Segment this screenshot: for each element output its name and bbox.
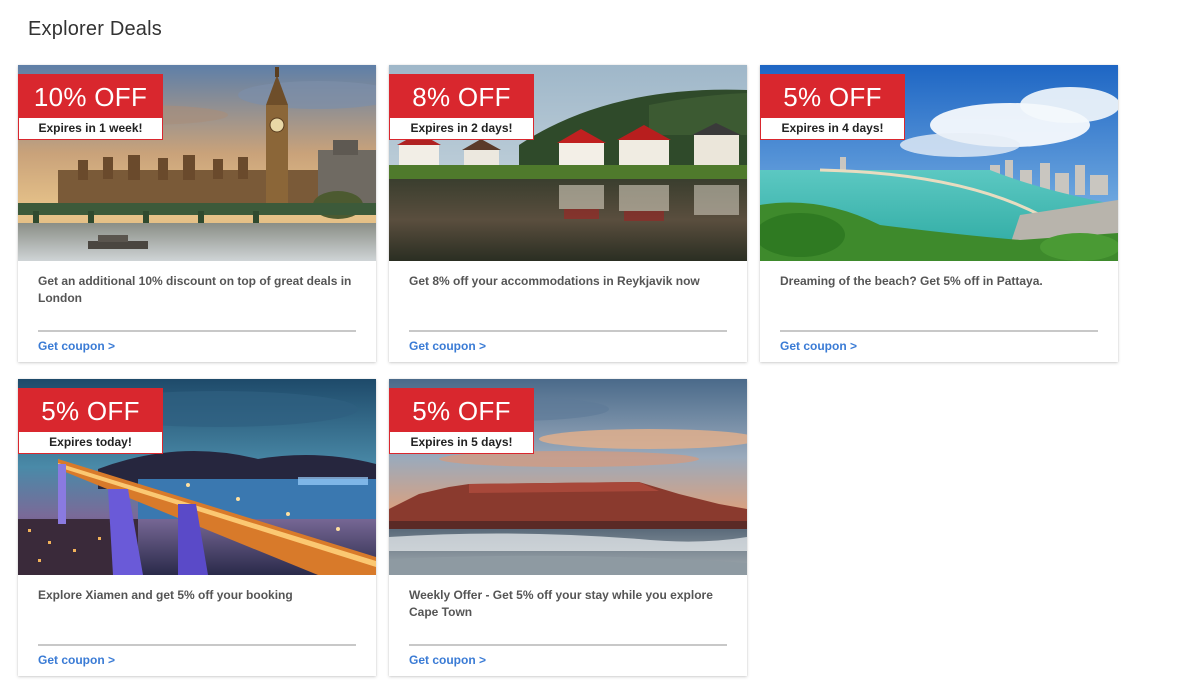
get-coupon-link[interactable]: Get coupon >: [38, 653, 115, 667]
get-coupon-link[interactable]: Get coupon >: [409, 339, 486, 353]
discount-label: 5% OFF: [389, 388, 534, 432]
card-divider: [409, 644, 727, 646]
card-divider: [780, 330, 1098, 332]
deals-grid: 10% OFF Expires in 1 week! Get an additi…: [18, 65, 1118, 676]
deal-card-cape-town[interactable]: 5% OFF Expires in 5 days! Weekly Offer -…: [389, 379, 747, 676]
discount-badge: 5% OFF Expires today!: [18, 388, 163, 454]
expiry-label: Expires in 4 days!: [760, 118, 905, 140]
deal-card-reykjavik[interactable]: 8% OFF Expires in 2 days! Get 8% off you…: [389, 65, 747, 362]
get-coupon-link[interactable]: Get coupon >: [38, 339, 115, 353]
discount-badge: 8% OFF Expires in 2 days!: [389, 74, 534, 140]
card-divider: [38, 330, 356, 332]
discount-badge: 5% OFF Expires in 4 days!: [760, 74, 905, 140]
expiry-label: Expires in 2 days!: [389, 118, 534, 140]
discount-badge: 5% OFF Expires in 5 days!: [389, 388, 534, 454]
get-coupon-link[interactable]: Get coupon >: [409, 653, 486, 667]
discount-badge: 10% OFF Expires in 1 week!: [18, 74, 163, 140]
deal-description: Explore Xiamen and get 5% off your booki…: [38, 588, 293, 602]
page-title: Explorer Deals: [28, 18, 162, 40]
deal-description: Get 8% off your accommodations in Reykja…: [409, 274, 700, 288]
expiry-label: Expires today!: [18, 432, 163, 454]
discount-label: 5% OFF: [760, 74, 905, 118]
deal-card-pattaya[interactable]: 5% OFF Expires in 4 days! Dreaming of th…: [760, 65, 1118, 362]
expiry-label: Expires in 1 week!: [18, 118, 163, 140]
deal-card-london[interactable]: 10% OFF Expires in 1 week! Get an additi…: [18, 65, 376, 362]
discount-label: 10% OFF: [18, 74, 163, 118]
deal-card-xiamen[interactable]: 5% OFF Expires today! Explore Xiamen and…: [18, 379, 376, 676]
discount-label: 5% OFF: [18, 388, 163, 432]
deal-description: Weekly Offer - Get 5% off your stay whil…: [409, 588, 713, 619]
get-coupon-link[interactable]: Get coupon >: [780, 339, 857, 353]
deal-description: Dreaming of the beach? Get 5% off in Pat…: [780, 274, 1043, 288]
card-divider: [38, 644, 356, 646]
deal-description: Get an additional 10% discount on top of…: [38, 274, 352, 305]
card-divider: [409, 330, 727, 332]
discount-label: 8% OFF: [389, 74, 534, 118]
expiry-label: Expires in 5 days!: [389, 432, 534, 454]
